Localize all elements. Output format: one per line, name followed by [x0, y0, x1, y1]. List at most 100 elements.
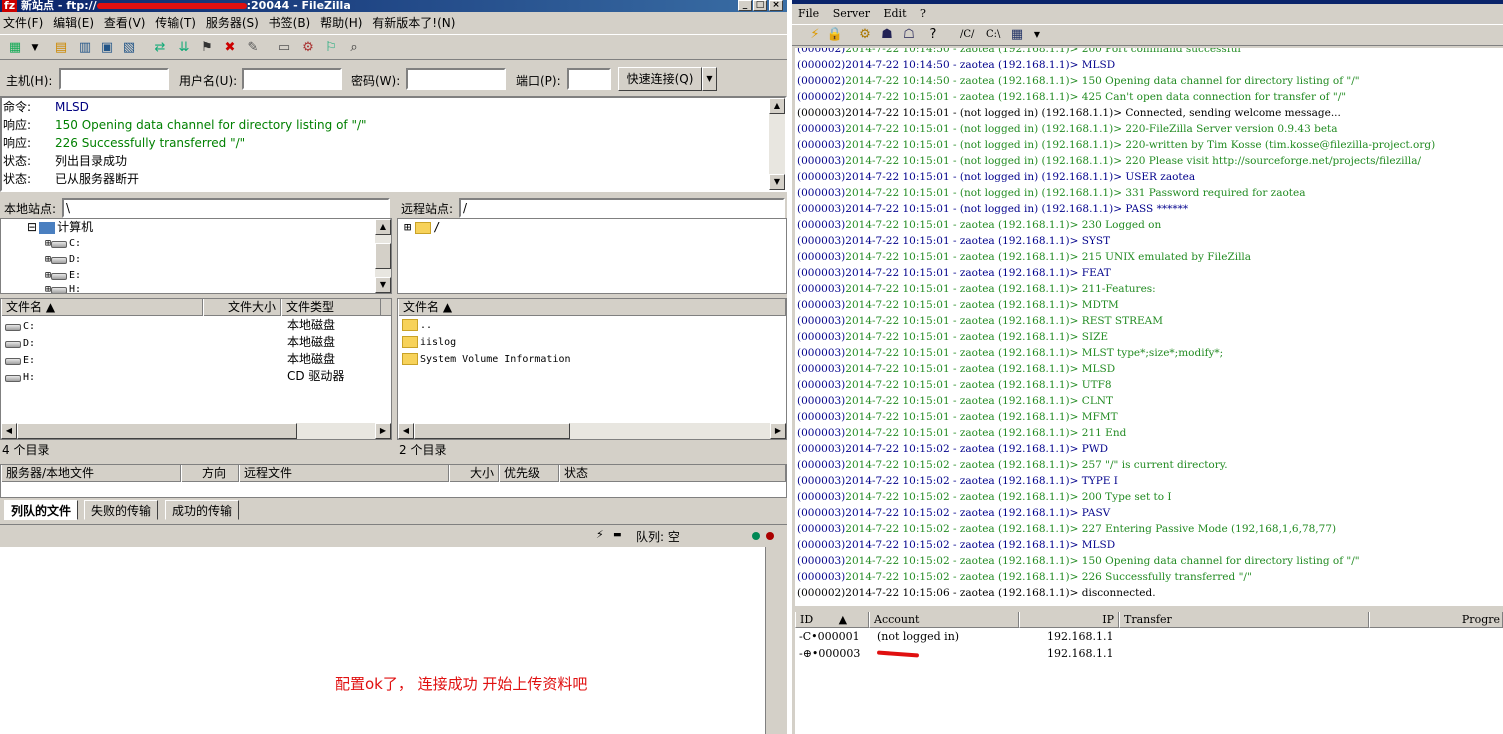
transfer-queue: 服务器/本地文件 方向 远程文件 大小 优先级 状态 [0, 464, 787, 498]
toggle-log-icon[interactable]: ▤ [52, 39, 70, 57]
column-filesize[interactable]: 文件大小 [203, 299, 281, 316]
remote-hscrollbar[interactable]: ◀ ▶ [398, 423, 786, 439]
activate-icon[interactable]: ⚡ [806, 26, 824, 44]
user-input[interactable] [242, 68, 342, 90]
scroll-thumb[interactable] [414, 423, 570, 439]
menu-bookmarks[interactable]: 书签(B) [269, 16, 311, 30]
scroll-up-icon[interactable]: ▲ [769, 98, 785, 114]
menu-help[interactable]: ? [920, 7, 926, 20]
site-manager-dropdown-icon[interactable]: ▼ [26, 39, 44, 57]
list-item[interactable]: System Volume Information [402, 351, 571, 368]
list-item[interactable]: C: [5, 317, 35, 334]
column-filetype[interactable]: 文件类型 [281, 299, 381, 316]
menu-view[interactable]: 查看(V) [104, 16, 146, 30]
port-label: 端口(P): [516, 74, 561, 88]
tree-item-drive[interactable]: ⊞ C: [45, 235, 81, 252]
menu-file[interactable]: 文件(F) [3, 16, 43, 30]
column-direction[interactable]: 方向 [181, 465, 239, 482]
menu-file[interactable]: File [798, 7, 819, 20]
column-account[interactable]: Account [869, 612, 1019, 628]
toggle-queue-icon[interactable]: ▧ [120, 39, 138, 57]
local-status: 4 个目录 [0, 441, 392, 459]
tree-item-computer[interactable]: ⊟ 计算机 [27, 219, 93, 236]
tree-item-root[interactable]: ⊞ / [404, 219, 440, 236]
connect-icon[interactable]: ⚙ [856, 26, 874, 44]
quickconnect-dropdown-icon[interactable]: ▼ [702, 67, 717, 91]
local-tree-scrollbar[interactable]: ▲ ▼ [375, 219, 391, 293]
process-queue-icon[interactable]: ⇊ [175, 39, 193, 57]
path-c-slash[interactable]: /C/ [960, 29, 974, 40]
connection-row[interactable]: -C•000001 [799, 629, 860, 645]
directory-listing-filter-icon[interactable]: ▭ [275, 39, 293, 57]
search-icon[interactable]: ⌕ [345, 39, 363, 57]
password-input[interactable] [406, 68, 506, 90]
maximize-button[interactable]: □ [753, 0, 767, 11]
column-progress[interactable]: Progre [1369, 612, 1503, 628]
connection-ip: 192.168.1.1 [1047, 630, 1114, 643]
scroll-right-icon[interactable]: ▶ [770, 423, 786, 439]
list-item[interactable]: D: [5, 334, 35, 351]
column-size[interactable]: 大小 [449, 465, 499, 482]
scroll-thumb[interactable] [375, 243, 391, 269]
sync-browsing-icon[interactable]: ⚙ [299, 39, 317, 57]
menu-transfer[interactable]: 传输(T) [155, 16, 196, 30]
scroll-left-icon[interactable]: ◀ [398, 423, 414, 439]
remote-path-input[interactable]: / [459, 198, 785, 218]
list-item[interactable]: iislog [402, 334, 456, 351]
scroll-down-icon[interactable]: ▼ [769, 174, 785, 190]
list-item[interactable]: E: [5, 351, 35, 368]
quickconnect-button[interactable]: 快速连接(Q) [618, 67, 702, 91]
local-path-input[interactable]: \ [62, 198, 390, 218]
view-icon[interactable]: ▦ [1008, 26, 1026, 44]
refresh-icon[interactable]: ⇄ [151, 39, 169, 57]
directory-compare-icon[interactable]: ⚐ [322, 39, 340, 57]
host-input[interactable] [59, 68, 169, 90]
tab-successful-transfers[interactable]: 成功的传输 [165, 500, 240, 520]
column-priority[interactable]: 优先级 [499, 465, 559, 482]
reconnect-icon[interactable]: ✎ [244, 39, 262, 57]
toggle-local-tree-icon[interactable]: ▥ [76, 39, 94, 57]
close-button[interactable]: × [769, 0, 783, 11]
list-item[interactable]: H: [5, 368, 35, 385]
tab-failed-transfers[interactable]: 失败的传输 [84, 500, 159, 520]
column-id[interactable]: ID ▲ [795, 612, 869, 628]
menu-server[interactable]: Server [833, 7, 870, 20]
menu-edit[interactable]: Edit [883, 7, 906, 20]
column-server-local-file[interactable]: 服务器/本地文件 [1, 465, 181, 482]
menu-help[interactable]: 帮助(H) [320, 16, 362, 30]
log-scrollbar[interactable]: ▲ ▼ [769, 98, 785, 190]
column-status[interactable]: 状态 [559, 465, 786, 482]
tab-queued-files[interactable]: 列队的文件 [4, 500, 79, 520]
scroll-right-icon[interactable]: ▶ [375, 423, 391, 439]
tree-item-drive[interactable]: ⊞ H: [45, 281, 81, 293]
column-filename[interactable]: 文件名 ▲ [1, 299, 203, 316]
local-hscrollbar[interactable]: ◀ ▶ [1, 423, 391, 439]
column-remote-file[interactable]: 远程文件 [239, 465, 449, 482]
scroll-down-icon[interactable]: ▼ [375, 277, 391, 293]
tree-item-drive[interactable]: ⊞ D: [45, 251, 81, 268]
menu-server[interactable]: 服务器(S) [206, 16, 259, 30]
menu-edit[interactable]: 编辑(E) [53, 16, 94, 30]
column-transfer[interactable]: Transfer [1119, 612, 1369, 628]
scroll-left-icon[interactable]: ◀ [1, 423, 17, 439]
column-filename[interactable]: 文件名 ▲ [398, 299, 786, 316]
help-icon[interactable]: ? [924, 26, 942, 44]
server-log-line: (000003)2014-7-22 10:15:02 - zaotea (192… [797, 539, 1116, 551]
lock-icon[interactable]: 🔒 [826, 26, 844, 44]
scroll-thumb[interactable] [17, 423, 297, 439]
column-ip[interactable]: IP [1019, 612, 1119, 628]
toggle-remote-tree-icon[interactable]: ▣ [98, 39, 116, 57]
disconnect-icon[interactable]: ✖ [221, 39, 239, 57]
list-item[interactable]: .. [402, 317, 432, 334]
scroll-up-icon[interactable]: ▲ [375, 219, 391, 235]
minimize-button[interactable]: _ [738, 0, 752, 11]
connection-row[interactable]: -⊕•000003 [799, 646, 860, 662]
groups-icon[interactable]: ☖ [900, 26, 918, 44]
port-input[interactable] [567, 68, 611, 90]
path-c-drive[interactable]: C:\ [986, 29, 1000, 40]
menu-new-version[interactable]: 有新版本了!(N) [372, 16, 455, 30]
users-icon[interactable]: ☗ [878, 26, 896, 44]
site-manager-icon[interactable]: ▦ [6, 39, 24, 57]
cancel-icon[interactable]: ⚑ [198, 39, 216, 57]
view-dropdown-icon[interactable]: ▼ [1028, 26, 1046, 44]
